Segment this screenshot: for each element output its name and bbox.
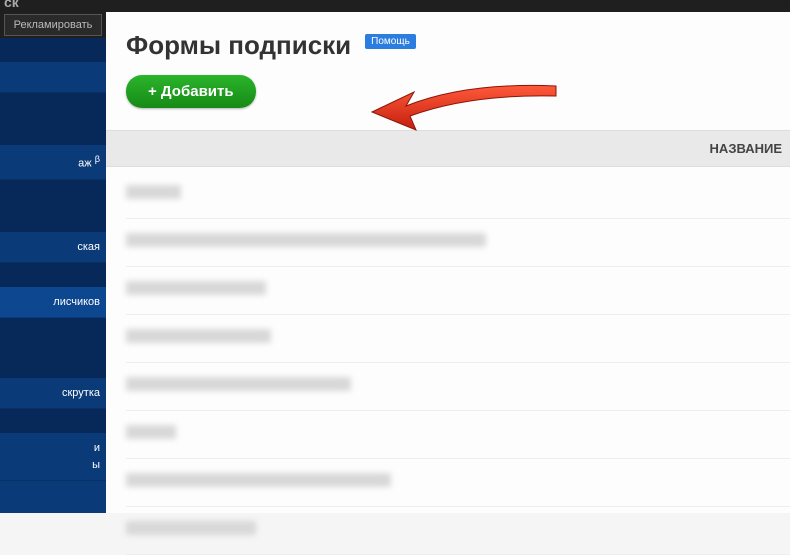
sidebar: Рекламировать аж β ская лисчиков скрутка… bbox=[0, 12, 106, 513]
sidebar-item-a[interactable]: и bbox=[0, 433, 106, 457]
blurred-text bbox=[126, 425, 176, 439]
sidebar-item-blank[interactable] bbox=[0, 62, 106, 93]
blurred-text bbox=[126, 233, 486, 247]
table-column-header: НАЗВАНИЕ bbox=[106, 130, 790, 167]
sidebar-item-subscribers[interactable]: лисчиков bbox=[0, 287, 106, 318]
sidebar-spacer bbox=[0, 38, 106, 62]
main-content: Формы подписки Помощь + Добавить НАЗВАНИ… bbox=[106, 12, 790, 513]
table-row[interactable] bbox=[126, 411, 790, 459]
blurred-text bbox=[126, 281, 266, 295]
help-badge[interactable]: Помощь bbox=[365, 34, 416, 49]
table-row[interactable] bbox=[126, 315, 790, 363]
table-row[interactable] bbox=[126, 363, 790, 411]
table-row[interactable] bbox=[126, 171, 790, 219]
table-row[interactable] bbox=[126, 219, 790, 267]
table-row[interactable] bbox=[126, 459, 790, 507]
table: НАЗВАНИЕ bbox=[106, 130, 790, 555]
blurred-text bbox=[126, 185, 181, 199]
ad-box: Рекламировать bbox=[0, 12, 106, 38]
blurred-text bbox=[126, 473, 391, 487]
sidebar-spacer bbox=[0, 93, 106, 145]
advertise-button[interactable]: Рекламировать bbox=[4, 14, 102, 36]
table-body bbox=[106, 167, 790, 555]
blurred-text bbox=[126, 329, 271, 343]
table-row[interactable] bbox=[126, 267, 790, 315]
sidebar-item-sales[interactable]: аж β bbox=[0, 145, 106, 180]
blurred-text bbox=[126, 521, 256, 535]
table-row[interactable] bbox=[126, 507, 790, 555]
page-title: Формы подписки bbox=[126, 30, 351, 61]
add-button[interactable]: + Добавить bbox=[126, 75, 256, 108]
sidebar-spacer bbox=[0, 180, 106, 232]
brand-fragment: ск bbox=[0, 0, 19, 10]
page-header: Формы подписки Помощь bbox=[126, 30, 790, 61]
sidebar-spacer bbox=[0, 409, 106, 433]
topbar: ск bbox=[0, 0, 790, 12]
sidebar-spacer bbox=[0, 263, 106, 287]
sidebar-item-b[interactable]: ы bbox=[0, 457, 106, 481]
sidebar-item-promo[interactable]: скрутка bbox=[0, 378, 106, 409]
blurred-text bbox=[126, 377, 351, 391]
beta-badge: β bbox=[95, 154, 100, 164]
sidebar-item-ska[interactable]: ская bbox=[0, 232, 106, 263]
sidebar-spacer bbox=[0, 318, 106, 378]
